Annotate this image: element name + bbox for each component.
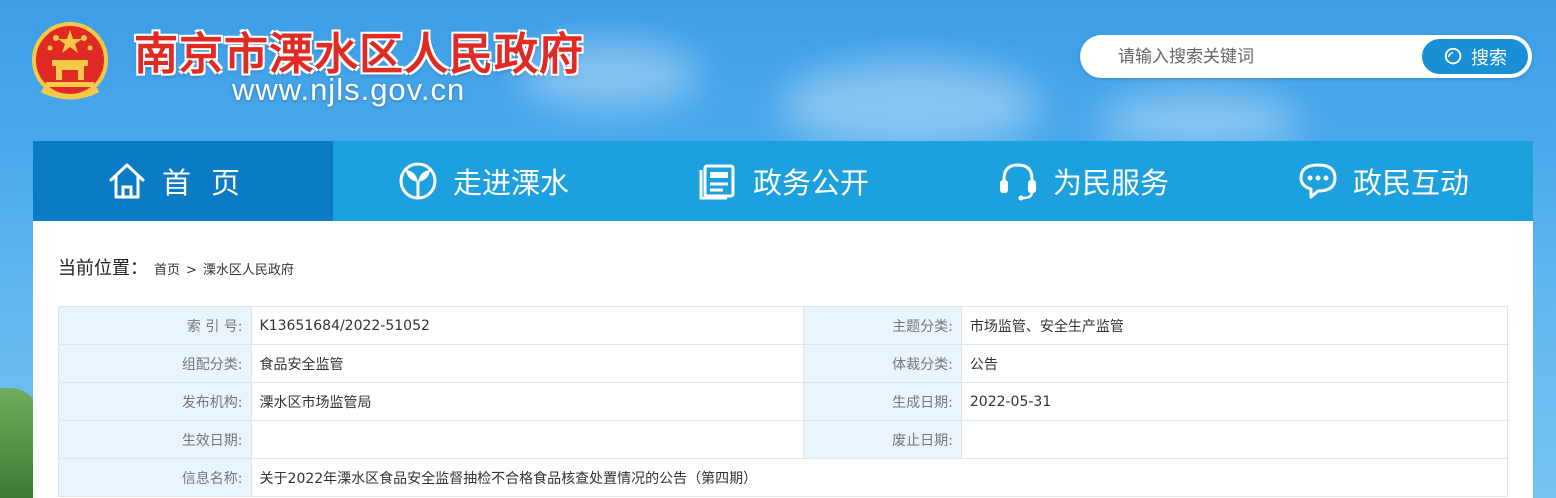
created-label: 生成日期: (803, 382, 962, 421)
site-url: www.njls.gov.cn (232, 72, 466, 107)
effective-value (250, 420, 805, 459)
table-row: 索 引 号: K13651684/2022-51052 主题分类: 市场监管、安… (58, 306, 1509, 345)
document-icon (699, 164, 735, 200)
table-row: 生效日期: 废止日期: (58, 420, 1509, 459)
table-row: 组配分类: 食品安全监管 体裁分类: 公告 (58, 344, 1509, 383)
org-category-value: 食品安全监管 (250, 344, 805, 383)
search-button-label: 搜索 (1471, 47, 1507, 69)
genre-value: 公告 (960, 344, 1509, 383)
publisher-value: 溧水区市场监管局 (250, 382, 805, 421)
expired-label: 废止日期: (803, 420, 962, 459)
genre-label: 体裁分类: (803, 344, 962, 383)
nav-label-home: 首页 (161, 166, 260, 200)
info-name-value: 关于2022年溧水区食品安全监督抽检不合格食品核查处置情况的公告（第四期） (250, 458, 1509, 497)
nav-label-gov-affairs: 政务公开 (752, 166, 869, 200)
headset-icon (999, 163, 1036, 201)
search-icon (1444, 47, 1462, 64)
nav-item-interaction[interactable]: 政民互动 (1233, 141, 1533, 221)
expired-value (960, 420, 1509, 459)
table-row: 发布机构: 溧水区市场监管局 生成日期: 2022-05-31 (58, 382, 1509, 421)
breadcrumb-label: 当前位置： (58, 258, 148, 279)
breadcrumb: 当前位置： 首页 > 溧水区人民政府 (58, 254, 294, 280)
info-name-label: 信息名称: (58, 458, 252, 497)
nav-item-services[interactable]: 为民服务 (933, 141, 1233, 221)
topic-label: 主题分类: (803, 306, 962, 345)
index-no-label: 索 引 号: (58, 306, 252, 345)
nav-item-gov-affairs[interactable]: 政务公开 (633, 141, 933, 221)
info-table: 索 引 号: K13651684/2022-51052 主题分类: 市场监管、安… (58, 306, 1509, 497)
created-value: 2022-05-31 (960, 382, 1509, 421)
main-nav: 首页 走进溧水 政务公开 为民服务 政民互动 (33, 141, 1533, 221)
breadcrumb-home-link[interactable]: 首页 (154, 259, 180, 278)
nav-label-about: 走进溧水 (452, 166, 569, 200)
index-no-value: K13651684/2022-51052 (250, 306, 805, 345)
topic-value: 市场监管、安全生产监管 (960, 306, 1509, 345)
nav-item-about[interactable]: 走进溧水 (333, 141, 633, 221)
chat-icon (1299, 163, 1337, 199)
content-panel: 当前位置： 首页 > 溧水区人民政府 索 引 号: K13651684/2022… (33, 221, 1533, 498)
nav-label-interaction: 政民互动 (1352, 166, 1469, 200)
breadcrumb-gov-link[interactable]: 溧水区人民政府 (203, 259, 294, 278)
publisher-label: 发布机构: (58, 382, 252, 421)
effective-label: 生效日期: (58, 420, 252, 459)
org-category-label: 组配分类: (58, 344, 252, 383)
home-icon (109, 163, 145, 199)
search-input[interactable] (1118, 44, 1408, 70)
leaf-icon (399, 162, 437, 200)
nav-label-services: 为民服务 (1052, 166, 1169, 200)
breadcrumb-separator: > (186, 263, 197, 278)
table-row: 信息名称: 关于2022年溧水区食品安全监督抽检不合格食品核查处置情况的公告（第… (58, 458, 1509, 497)
search-box: 搜索 (1080, 35, 1532, 78)
national-emblem-icon (32, 22, 108, 100)
nav-item-home[interactable]: 首页 (33, 141, 333, 221)
search-button[interactable]: 搜索 (1422, 39, 1528, 74)
